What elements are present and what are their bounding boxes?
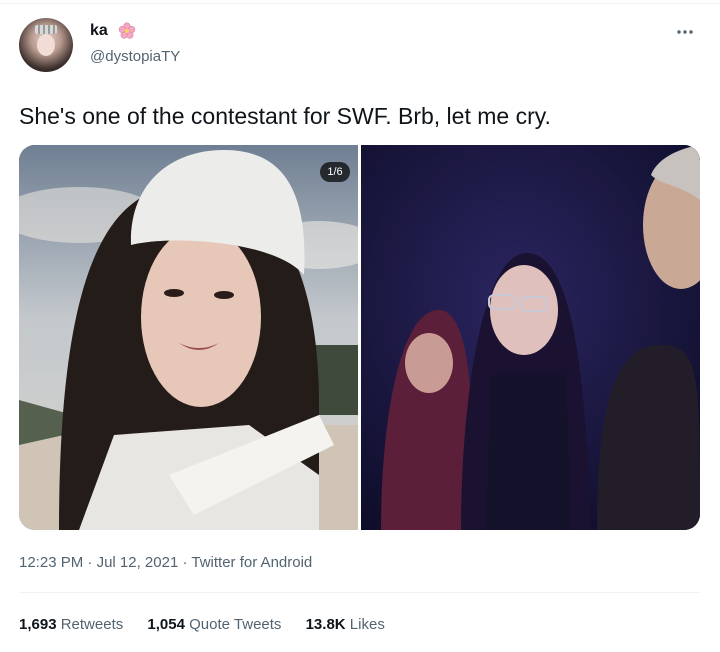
more-options-icon[interactable]	[674, 21, 696, 43]
retweets-stat[interactable]: 1,693 Retweets	[19, 616, 123, 633]
user-handle[interactable]: @dystopiaTY	[90, 48, 180, 65]
tweet-date[interactable]: Jul 12, 2021	[97, 554, 179, 571]
quote-tweets-stat[interactable]: 1,054 Quote Tweets	[147, 616, 281, 633]
meta-divider	[19, 592, 700, 593]
likes-count: 13.8K	[305, 616, 346, 633]
tweet-time[interactable]: 12:23 PM	[19, 554, 83, 571]
media-photo-1[interactable]	[19, 145, 358, 530]
avatar-face	[37, 34, 55, 56]
display-name[interactable]: ka	[90, 22, 108, 40]
retweets-count: 1,693	[19, 616, 57, 633]
meta-separator: ·	[182, 554, 188, 571]
meta-separator: ·	[87, 554, 93, 571]
quote-tweets-label: Quote Tweets	[189, 616, 282, 633]
retweets-label: Retweets	[60, 616, 124, 633]
tweet-text: She's one of the contestant for SWF. Brb…	[19, 103, 551, 129]
tweet-stats: 1,693 Retweets 1,054 Quote Tweets 13.8K …	[19, 616, 405, 633]
top-divider	[0, 3, 720, 4]
cherry-blossom-icon	[118, 22, 136, 39]
avatar-crown	[35, 25, 57, 34]
quote-tweets-count: 1,054	[147, 616, 185, 633]
tweet-media[interactable]: 1/6	[19, 145, 700, 530]
media-counter-badge: 1/6	[320, 162, 350, 182]
tweet-source[interactable]: Twitter for Android	[191, 554, 312, 571]
likes-stat[interactable]: 13.8K Likes	[306, 616, 385, 633]
likes-label: Likes	[349, 616, 385, 633]
media-photo-2[interactable]	[361, 145, 700, 530]
tweet-meta: 12:23 PM · Jul 12, 2021 · Twitter for An…	[19, 554, 312, 571]
avatar[interactable]	[19, 18, 73, 72]
